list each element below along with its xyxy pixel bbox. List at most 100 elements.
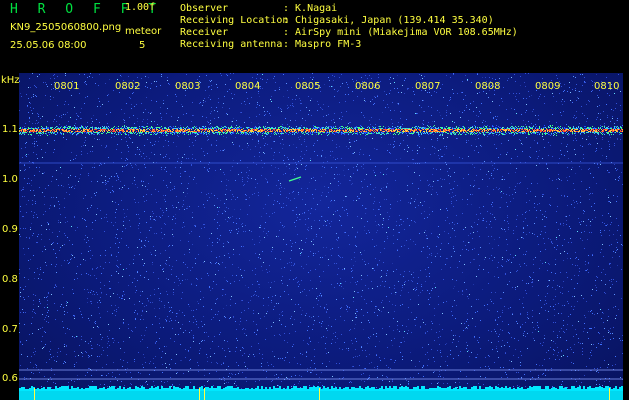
- noise-speck: [131, 165, 132, 166]
- noise-speck: [591, 328, 592, 329]
- noise-speck: [468, 120, 469, 121]
- noise-speck: [325, 221, 326, 222]
- noise-speck: [290, 200, 291, 201]
- noise-speck: [26, 142, 27, 143]
- noise-speck: [291, 376, 292, 377]
- noise-speck: [327, 161, 328, 162]
- noise-speck: [266, 328, 267, 329]
- noise-speck: [456, 200, 457, 201]
- noise-speck: [519, 386, 520, 387]
- noise-speck: [392, 381, 393, 382]
- noise-speck: [22, 189, 23, 190]
- noise-speck: [255, 268, 256, 269]
- noise-speck: [379, 310, 380, 311]
- noise-speck: [436, 246, 437, 247]
- noise-speck: [123, 209, 124, 210]
- noise-speck: [119, 188, 120, 189]
- noise-speck: [526, 234, 527, 235]
- noise-speck: [428, 299, 429, 300]
- noise-speck: [561, 154, 562, 155]
- noise-speck: [138, 372, 139, 373]
- noise-speck: [488, 272, 489, 273]
- noise-speck: [130, 372, 131, 373]
- noise-speck: [422, 367, 423, 368]
- noise-speck: [537, 183, 538, 184]
- noise-speck: [349, 244, 350, 245]
- noise-speck: [89, 246, 90, 247]
- noise-speck: [300, 136, 301, 137]
- noise-speck: [229, 318, 230, 319]
- noise-speck: [252, 284, 253, 285]
- noise-speck: [231, 121, 232, 122]
- noise-speck: [175, 218, 176, 219]
- noise-speck: [361, 347, 362, 348]
- noise-speck: [622, 335, 623, 336]
- noise-speck: [520, 362, 521, 363]
- noise-speck: [185, 171, 186, 172]
- noise-speck: [608, 213, 609, 214]
- noise-speck: [237, 233, 238, 234]
- noise-speck: [604, 381, 605, 382]
- noise-speck: [399, 346, 400, 347]
- noise-speck: [398, 281, 399, 282]
- noise-speck: [203, 151, 204, 152]
- noise-speck: [324, 186, 325, 187]
- noise-speck: [144, 211, 145, 212]
- noise-speck: [203, 262, 204, 263]
- noise-speck: [63, 114, 64, 115]
- noise-speck: [545, 211, 546, 212]
- noise-speck: [442, 329, 443, 330]
- noise-speck: [563, 260, 564, 261]
- noise-speck: [586, 366, 587, 367]
- noise-speck: [454, 122, 455, 123]
- noise-speck: [291, 265, 292, 266]
- noise-speck: [582, 85, 583, 86]
- noise-speck: [396, 292, 397, 293]
- noise-speck: [255, 187, 256, 188]
- noise-speck: [365, 75, 366, 76]
- noise-speck: [480, 376, 481, 377]
- noise-speck: [400, 143, 401, 144]
- noise-speck: [544, 304, 545, 305]
- noise-speck: [523, 98, 524, 99]
- noise-speck: [472, 249, 473, 250]
- noise-speck: [575, 88, 576, 89]
- noise-speck: [420, 292, 421, 293]
- noise-speck: [148, 301, 149, 302]
- noise-speck: [542, 219, 543, 220]
- noise-speck: [365, 138, 366, 139]
- noise-speck: [317, 101, 318, 102]
- noise-speck: [331, 343, 332, 344]
- noise-speck: [375, 258, 376, 259]
- noise-speck: [279, 318, 280, 319]
- noise-speck: [64, 207, 65, 208]
- noise-speck: [314, 320, 315, 321]
- noise-speck: [245, 329, 246, 330]
- noise-speck: [427, 365, 428, 366]
- noise-speck: [241, 103, 242, 104]
- noise-speck: [216, 151, 217, 152]
- noise-speck: [515, 349, 516, 350]
- noise-speck: [283, 174, 284, 175]
- noise-speck: [271, 300, 272, 301]
- noise-speck: [459, 157, 460, 158]
- noise-speck: [567, 277, 568, 278]
- noise-speck: [212, 242, 213, 243]
- noise-speck: [116, 149, 117, 150]
- noise-speck: [86, 226, 87, 227]
- noise-speck: [540, 260, 541, 261]
- noise-speck: [305, 204, 306, 205]
- noise-speck: [162, 364, 163, 365]
- noise-speck: [349, 122, 350, 123]
- noise-speck: [156, 81, 157, 82]
- noise-speck: [393, 235, 394, 236]
- noise-speck: [376, 387, 377, 388]
- noise-speck: [536, 151, 537, 152]
- noise-speck: [248, 356, 249, 357]
- noise-speck: [427, 257, 428, 258]
- noise-speck: [187, 188, 188, 189]
- noise-speck: [87, 122, 88, 123]
- noise-speck: [375, 221, 376, 222]
- noise-speck: [621, 298, 622, 299]
- noise-speck: [211, 85, 212, 86]
